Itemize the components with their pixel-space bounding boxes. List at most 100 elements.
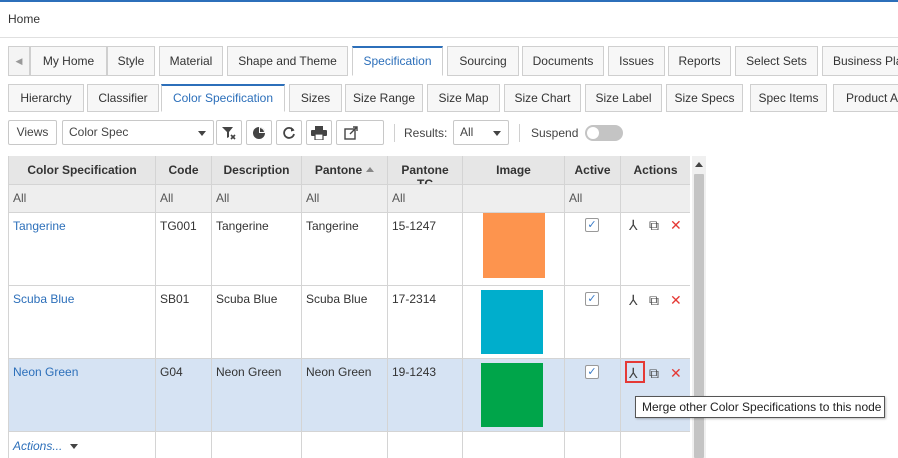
column-header-code[interactable]: Code xyxy=(156,156,212,185)
tab-sizes[interactable]: Sizes xyxy=(289,84,342,112)
table-row: Tangerine TG001 Tangerine Tangerine 15-1… xyxy=(9,213,690,286)
tab-my-home[interactable]: My Home xyxy=(30,46,107,76)
results-select[interactable]: All xyxy=(453,120,509,145)
filter-pantone-tc[interactable]: All xyxy=(388,185,463,213)
tab-specification[interactable]: Specification xyxy=(352,46,443,76)
print-button[interactable] xyxy=(306,120,332,145)
tab-business-plan[interactable]: Business Pla xyxy=(822,46,898,76)
active-checkbox[interactable]: ✓ xyxy=(585,218,599,232)
views-button[interactable]: Views xyxy=(8,120,57,145)
filter-active[interactable]: All xyxy=(565,185,621,213)
copy-icon[interactable]: ⧉ xyxy=(649,217,659,233)
suspend-label: Suspend xyxy=(531,126,579,140)
cell-description: Scuba Blue xyxy=(212,286,302,359)
cell-pantone-tc: 17-2314 xyxy=(388,286,463,359)
cell-actions: ⅄ ⧉ ✕ xyxy=(621,286,690,359)
copy-icon[interactable]: ⧉ xyxy=(649,292,659,308)
tab-size-chart[interactable]: Size Chart xyxy=(504,84,581,112)
merge-icon[interactable]: ⅄ xyxy=(629,365,638,381)
export-button[interactable] xyxy=(336,120,384,145)
tab-scroll-left-icon[interactable]: ◀ xyxy=(8,46,30,76)
results-select-value: All xyxy=(460,125,474,139)
footer-cell xyxy=(565,432,621,458)
refresh-button[interactable] xyxy=(276,120,302,145)
tab-spec-items[interactable]: Spec Items xyxy=(750,84,827,112)
filter-color-specification[interactable]: All xyxy=(9,185,156,213)
tab-size-specs[interactable]: Size Specs xyxy=(666,84,743,112)
color-swatch[interactable] xyxy=(481,363,543,427)
tab-issues[interactable]: Issues xyxy=(608,46,665,76)
tab-size-map[interactable]: Size Map xyxy=(427,84,500,112)
cell-pantone-tc: 15-1247 xyxy=(388,213,463,286)
tab-documents[interactable]: Documents xyxy=(522,46,604,76)
suspend-toggle[interactable] xyxy=(585,125,623,141)
tab-classifier[interactable]: Classifier xyxy=(87,84,159,112)
tab-sourcing[interactable]: Sourcing xyxy=(447,46,519,76)
actions-menu[interactable]: Actions... xyxy=(9,432,156,458)
merge-icon[interactable]: ⅄ xyxy=(629,292,638,308)
column-header-pantone[interactable]: Pantone xyxy=(302,156,388,185)
color-spec-name[interactable]: Scuba Blue xyxy=(13,292,74,306)
color-spec-name-link[interactable]: Neon Green xyxy=(9,359,156,432)
filter-pantone[interactable]: All xyxy=(302,185,388,213)
active-checkbox[interactable]: ✓ xyxy=(585,365,599,379)
tab-hierarchy[interactable]: Hierarchy xyxy=(8,84,84,112)
grid-header-row: Color Specification Code Description Pan… xyxy=(9,156,690,185)
color-spec-name[interactable]: Neon Green xyxy=(13,365,78,379)
tab-reports[interactable]: Reports xyxy=(668,46,731,76)
toolbar-divider xyxy=(519,124,520,142)
cell-description: Neon Green xyxy=(212,359,302,432)
grid-footer-row: Actions... xyxy=(9,432,690,458)
cell-active: ✓ xyxy=(565,286,621,359)
chart-button[interactable] xyxy=(246,120,272,145)
active-checkbox[interactable]: ✓ xyxy=(585,292,599,306)
delete-icon[interactable]: ✕ xyxy=(670,217,682,233)
footer-cell xyxy=(302,432,388,458)
table-row: Scuba Blue SB01 Scuba Blue Scuba Blue 17… xyxy=(9,286,690,359)
scroll-up-icon[interactable] xyxy=(695,162,703,167)
color-spec-name[interactable]: Tangerine xyxy=(13,219,66,233)
copy-icon[interactable]: ⧉ xyxy=(649,365,659,381)
footer-cell xyxy=(463,432,565,458)
color-swatch[interactable] xyxy=(481,290,543,354)
tab-material[interactable]: Material xyxy=(159,46,223,76)
tab-select-sets[interactable]: Select Sets xyxy=(735,46,818,76)
filter-code[interactable]: All xyxy=(156,185,212,213)
color-spec-name-link[interactable]: Tangerine xyxy=(9,213,156,286)
column-header-active[interactable]: Active xyxy=(565,156,621,185)
color-spec-name-link[interactable]: Scuba Blue xyxy=(9,286,156,359)
delete-icon[interactable]: ✕ xyxy=(670,365,682,381)
cell-image xyxy=(463,359,565,432)
tab-size-label[interactable]: Size Label xyxy=(585,84,662,112)
cell-pantone: Tangerine xyxy=(302,213,388,286)
merge-icon[interactable]: ⅄ xyxy=(629,217,638,233)
grid-toolbar: Views Color Spec Results: All Suspend xyxy=(8,120,898,146)
column-header-image[interactable]: Image xyxy=(463,156,565,185)
cell-code: TG001 xyxy=(156,213,212,286)
clear-filter-button[interactable] xyxy=(216,120,242,145)
color-swatch[interactable] xyxy=(483,213,545,278)
actions-menu-label[interactable]: Actions... xyxy=(13,439,62,453)
cell-pantone: Neon Green xyxy=(302,359,388,432)
footer-cell xyxy=(212,432,302,458)
merge-tooltip: Merge other Color Specifications to this… xyxy=(635,396,885,418)
cell-code: SB01 xyxy=(156,286,212,359)
tab-size-range[interactable]: Size Range xyxy=(345,84,423,112)
main-tab-bar: ◀ My Home Style Material Shape and Theme… xyxy=(8,46,898,76)
column-header-pantone-tc[interactable]: Pantone TC xyxy=(388,156,463,185)
breadcrumb-home[interactable]: Home xyxy=(8,12,40,26)
tab-style[interactable]: Style xyxy=(107,46,155,76)
footer-cell xyxy=(621,432,690,458)
tab-shape-and-theme[interactable]: Shape and Theme xyxy=(227,46,348,76)
tab-product-attributes[interactable]: Product A xyxy=(833,84,898,112)
column-header-actions[interactable]: Actions xyxy=(621,156,690,185)
column-header-description[interactable]: Description xyxy=(212,156,302,185)
header-bar: Home xyxy=(0,2,898,38)
view-select[interactable]: Color Spec xyxy=(62,120,214,145)
print-icon xyxy=(311,126,327,141)
column-header-color-specification[interactable]: Color Specification xyxy=(9,156,156,185)
tab-color-specification[interactable]: Color Specification xyxy=(161,84,285,112)
table-row-selected: Neon Green G04 Neon Green Neon Green 19-… xyxy=(9,359,690,432)
delete-icon[interactable]: ✕ xyxy=(670,292,682,308)
filter-description[interactable]: All xyxy=(212,185,302,213)
